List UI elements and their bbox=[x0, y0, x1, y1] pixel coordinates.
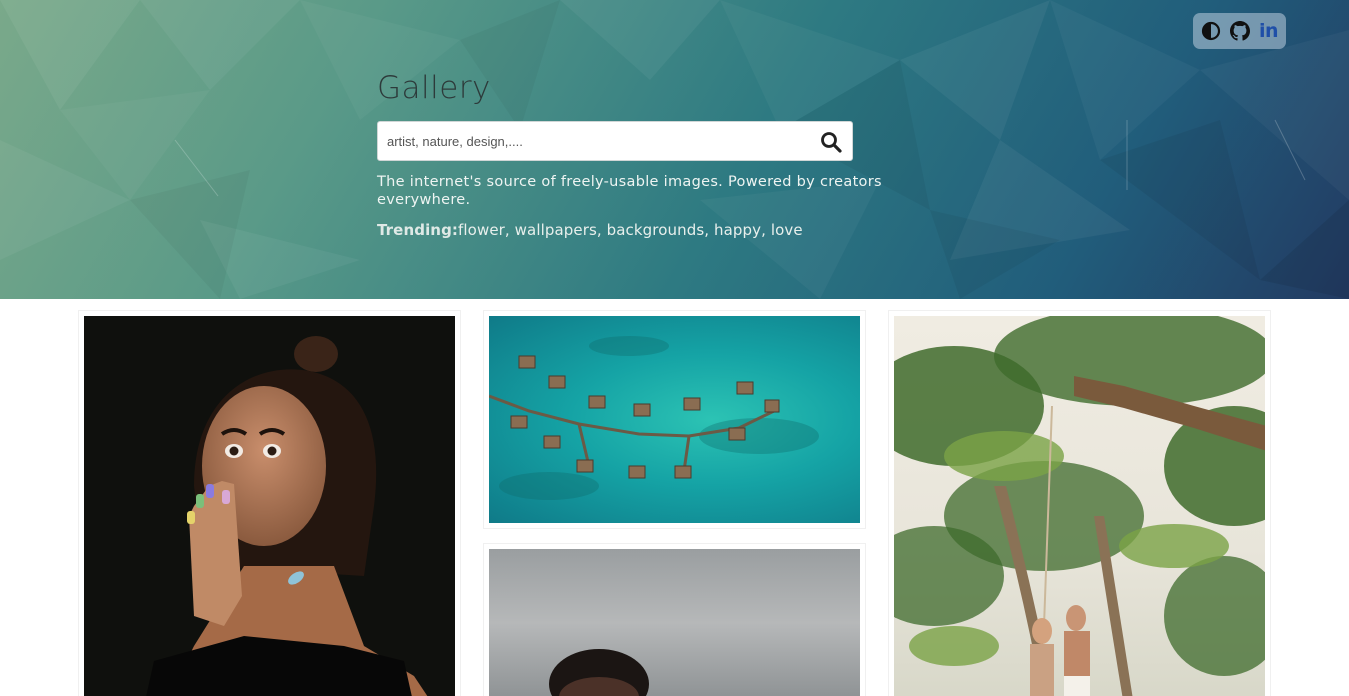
hero-banner: in Gallery The internet's source of free… bbox=[0, 0, 1349, 299]
page-title: Gallery bbox=[377, 70, 491, 106]
linkedin-icon[interactable]: in bbox=[1258, 20, 1280, 42]
search-icon[interactable] bbox=[820, 131, 842, 153]
gallery-image-card[interactable] bbox=[888, 310, 1271, 696]
search-box bbox=[377, 121, 853, 161]
search-input[interactable] bbox=[387, 122, 807, 160]
tagline: The internet's source of freely-usable i… bbox=[377, 174, 882, 208]
github-icon[interactable] bbox=[1229, 20, 1251, 42]
trending-tags[interactable]: flower, wallpapers, backgrounds, happy, … bbox=[458, 221, 803, 239]
header-toolbar: in bbox=[1193, 13, 1286, 49]
woman-portrait-image bbox=[84, 316, 455, 696]
man-portrait-image bbox=[489, 549, 860, 696]
trending-label: Trending: bbox=[377, 221, 459, 239]
trending-bar: Trending: flower, wallpapers, background… bbox=[377, 221, 803, 239]
overwater-bungalows-image bbox=[489, 316, 860, 523]
gallery-image-card[interactable] bbox=[483, 543, 866, 696]
contrast-icon[interactable] bbox=[1200, 20, 1222, 42]
gallery-image-card[interactable] bbox=[78, 310, 461, 696]
gallery-image-card[interactable] bbox=[483, 310, 866, 529]
palm-trees-swing-image bbox=[894, 316, 1265, 696]
